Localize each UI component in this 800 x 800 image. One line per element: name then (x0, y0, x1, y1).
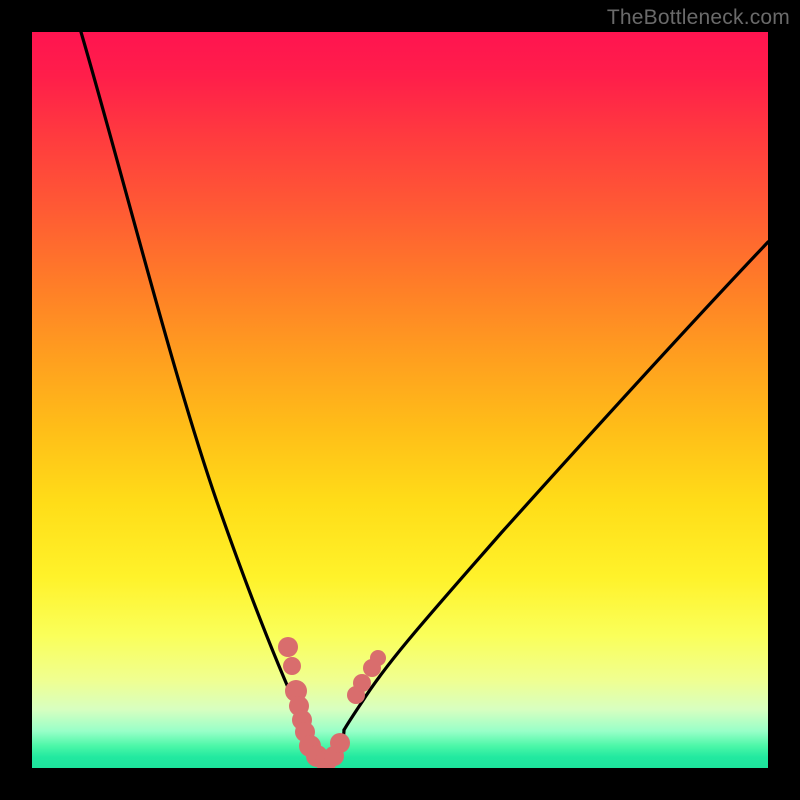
plot-area (32, 32, 768, 768)
marker-layer (278, 637, 386, 768)
left-curve (81, 32, 305, 730)
data-marker (283, 657, 301, 675)
data-marker (353, 674, 371, 692)
curve-layer (81, 32, 768, 763)
chart-svg (32, 32, 768, 768)
chart-frame: TheBottleneck.com (0, 0, 800, 800)
data-marker (330, 733, 350, 753)
data-marker (278, 637, 298, 657)
watermark-text: TheBottleneck.com (607, 6, 790, 30)
data-marker (370, 650, 386, 666)
right-curve (344, 242, 768, 730)
